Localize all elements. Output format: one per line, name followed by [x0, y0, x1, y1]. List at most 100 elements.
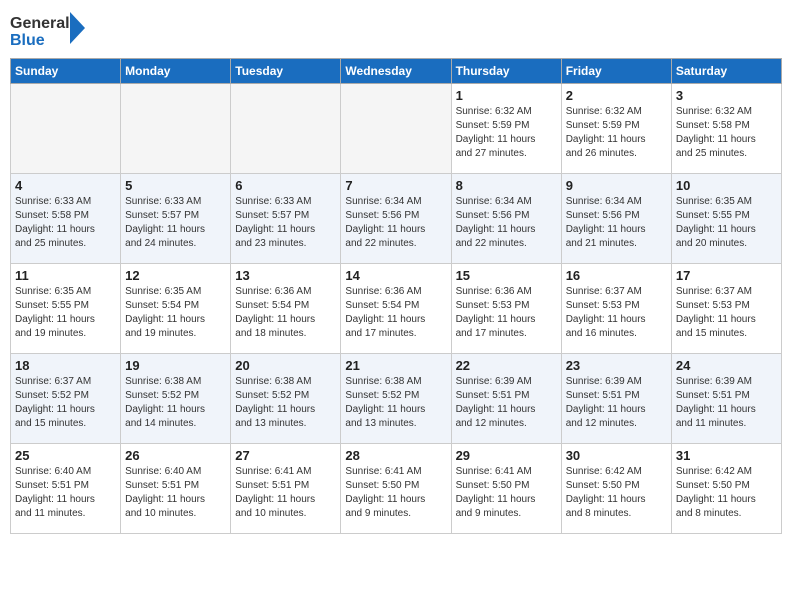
day-info: Sunrise: 6:37 AM Sunset: 5:53 PM Dayligh… [566, 285, 667, 341]
day-info: Sunrise: 6:32 AM Sunset: 5:58 PM Dayligh… [676, 105, 777, 161]
day-info: Sunrise: 6:34 AM Sunset: 5:56 PM Dayligh… [566, 195, 667, 251]
calendar-cell [341, 84, 451, 174]
day-info: Sunrise: 6:35 AM Sunset: 5:55 PM Dayligh… [15, 285, 116, 341]
calendar-cell [231, 84, 341, 174]
day-info: Sunrise: 6:37 AM Sunset: 5:52 PM Dayligh… [15, 375, 116, 431]
day-number: 5 [125, 178, 226, 193]
day-info: Sunrise: 6:39 AM Sunset: 5:51 PM Dayligh… [456, 375, 557, 431]
day-info: Sunrise: 6:34 AM Sunset: 5:56 PM Dayligh… [345, 195, 446, 251]
calendar-cell: 1 Sunrise: 6:32 AM Sunset: 5:59 PM Daylig… [451, 84, 561, 174]
day-number: 8 [456, 178, 557, 193]
day-number: 10 [676, 178, 777, 193]
calendar-cell: 31 Sunrise: 6:42 AM Sunset: 5:50 PM Dayli… [671, 444, 781, 534]
calendar-cell [11, 84, 121, 174]
calendar-cell: 25Sunrise: 6:40 AM Sunset: 5:51 PM Dayli… [11, 444, 121, 534]
calendar-cell: 9 Sunrise: 6:34 AM Sunset: 5:56 PM Daylig… [561, 174, 671, 264]
day-number: 19 [125, 358, 226, 373]
calendar-cell: 15Sunrise: 6:36 AM Sunset: 5:53 PM Dayli… [451, 264, 561, 354]
day-number: 29 [456, 448, 557, 463]
calendar-cell: 3 Sunrise: 6:32 AM Sunset: 5:58 PM Daylig… [671, 84, 781, 174]
calendar-cell: 14Sunrise: 6:36 AM Sunset: 5:54 PM Dayli… [341, 264, 451, 354]
day-number: 26 [125, 448, 226, 463]
day-number: 23 [566, 358, 667, 373]
weekday-header: Friday [561, 59, 671, 84]
day-number: 4 [15, 178, 116, 193]
calendar-week-row: 11 Sunrise: 6:35 AM Sunset: 5:55 PM Dayli… [11, 264, 782, 354]
calendar-cell: 23 Sunrise: 6:39 AM Sunset: 5:51 PM Dayli… [561, 354, 671, 444]
calendar-cell: 6 Sunrise: 6:33 AM Sunset: 5:57 PM Daylig… [231, 174, 341, 264]
calendar-cell: 4 Sunrise: 6:33 AM Sunset: 5:58 PM Daylig… [11, 174, 121, 264]
calendar-cell: 11 Sunrise: 6:35 AM Sunset: 5:55 PM Dayli… [11, 264, 121, 354]
day-info: Sunrise: 6:38 AM Sunset: 5:52 PM Dayligh… [125, 375, 226, 431]
day-number: 9 [566, 178, 667, 193]
calendar-cell: 5 Sunrise: 6:33 AM Sunset: 5:57 PM Daylig… [121, 174, 231, 264]
day-info: Sunrise: 6:33 AM Sunset: 5:57 PM Dayligh… [235, 195, 336, 251]
calendar-cell: 27 Sunrise: 6:41 AM Sunset: 5:51 PM Dayli… [231, 444, 341, 534]
day-number: 24 [676, 358, 777, 373]
calendar-week-row: 18 Sunrise: 6:37 AM Sunset: 5:52 PM Dayli… [11, 354, 782, 444]
day-info: Sunrise: 6:32 AM Sunset: 5:59 PM Dayligh… [456, 105, 557, 161]
day-info: Sunrise: 6:41 AM Sunset: 5:50 PM Dayligh… [345, 465, 446, 521]
day-number: 27 [235, 448, 336, 463]
calendar-cell: 13Sunrise: 6:36 AM Sunset: 5:54 PM Dayli… [231, 264, 341, 354]
day-number: 11 [15, 268, 116, 283]
logo: GeneralBlue [10, 10, 90, 50]
day-info: Sunrise: 6:38 AM Sunset: 5:52 PM Dayligh… [235, 375, 336, 431]
day-number: 7 [345, 178, 446, 193]
calendar-cell: 12Sunrise: 6:35 AM Sunset: 5:54 PM Dayli… [121, 264, 231, 354]
day-info: Sunrise: 6:42 AM Sunset: 5:50 PM Dayligh… [566, 465, 667, 521]
day-info: Sunrise: 6:38 AM Sunset: 5:52 PM Dayligh… [345, 375, 446, 431]
calendar-cell: 19 Sunrise: 6:38 AM Sunset: 5:52 PM Dayli… [121, 354, 231, 444]
weekday-header: Tuesday [231, 59, 341, 84]
day-number: 18 [15, 358, 116, 373]
day-number: 13 [235, 268, 336, 283]
weekday-header: Saturday [671, 59, 781, 84]
weekday-header: Wednesday [341, 59, 451, 84]
svg-text:General: General [10, 15, 70, 32]
calendar-header-row: SundayMondayTuesdayWednesdayThursdayFrid… [11, 59, 782, 84]
calendar-cell: 16 Sunrise: 6:37 AM Sunset: 5:53 PM Dayli… [561, 264, 671, 354]
calendar-cell: 21 Sunrise: 6:38 AM Sunset: 5:52 PM Dayli… [341, 354, 451, 444]
page-header: GeneralBlue [10, 10, 782, 50]
day-number: 6 [235, 178, 336, 193]
day-info: Sunrise: 6:33 AM Sunset: 5:58 PM Dayligh… [15, 195, 116, 251]
logo-icon: GeneralBlue [10, 10, 90, 50]
calendar-cell: 28 Sunrise: 6:41 AM Sunset: 5:50 PM Dayli… [341, 444, 451, 534]
day-number: 22 [456, 358, 557, 373]
day-info: Sunrise: 6:39 AM Sunset: 5:51 PM Dayligh… [676, 375, 777, 431]
day-number: 3 [676, 88, 777, 103]
calendar-cell: 26Sunrise: 6:40 AM Sunset: 5:51 PM Dayli… [121, 444, 231, 534]
day-number: 31 [676, 448, 777, 463]
calendar-cell: 10 Sunrise: 6:35 AM Sunset: 5:55 PM Dayli… [671, 174, 781, 264]
calendar-week-row: 25Sunrise: 6:40 AM Sunset: 5:51 PM Dayli… [11, 444, 782, 534]
day-number: 17 [676, 268, 777, 283]
calendar-cell [121, 84, 231, 174]
weekday-header: Monday [121, 59, 231, 84]
day-info: Sunrise: 6:36 AM Sunset: 5:53 PM Dayligh… [456, 285, 557, 341]
day-number: 14 [345, 268, 446, 283]
calendar-cell: 8Sunrise: 6:34 AM Sunset: 5:56 PM Daylig… [451, 174, 561, 264]
calendar-cell: 22 Sunrise: 6:39 AM Sunset: 5:51 PM Dayli… [451, 354, 561, 444]
day-info: Sunrise: 6:41 AM Sunset: 5:51 PM Dayligh… [235, 465, 336, 521]
day-info: Sunrise: 6:39 AM Sunset: 5:51 PM Dayligh… [566, 375, 667, 431]
calendar-table: SundayMondayTuesdayWednesdayThursdayFrid… [10, 58, 782, 534]
day-number: 28 [345, 448, 446, 463]
calendar-cell: 17 Sunrise: 6:37 AM Sunset: 5:53 PM Dayli… [671, 264, 781, 354]
day-info: Sunrise: 6:33 AM Sunset: 5:57 PM Dayligh… [125, 195, 226, 251]
day-number: 30 [566, 448, 667, 463]
calendar-cell: 20Sunrise: 6:38 AM Sunset: 5:52 PM Dayli… [231, 354, 341, 444]
calendar-cell: 18 Sunrise: 6:37 AM Sunset: 5:52 PM Dayli… [11, 354, 121, 444]
calendar-cell: 7 Sunrise: 6:34 AM Sunset: 5:56 PM Daylig… [341, 174, 451, 264]
day-info: Sunrise: 6:35 AM Sunset: 5:55 PM Dayligh… [676, 195, 777, 251]
calendar-cell: 2Sunrise: 6:32 AM Sunset: 5:59 PM Daylig… [561, 84, 671, 174]
day-info: Sunrise: 6:37 AM Sunset: 5:53 PM Dayligh… [676, 285, 777, 341]
weekday-header: Thursday [451, 59, 561, 84]
day-number: 16 [566, 268, 667, 283]
day-number: 21 [345, 358, 446, 373]
day-info: Sunrise: 6:42 AM Sunset: 5:50 PM Dayligh… [676, 465, 777, 521]
calendar-cell: 24 Sunrise: 6:39 AM Sunset: 5:51 PM Dayli… [671, 354, 781, 444]
day-number: 2 [566, 88, 667, 103]
day-info: Sunrise: 6:41 AM Sunset: 5:50 PM Dayligh… [456, 465, 557, 521]
day-number: 12 [125, 268, 226, 283]
day-number: 1 [456, 88, 557, 103]
